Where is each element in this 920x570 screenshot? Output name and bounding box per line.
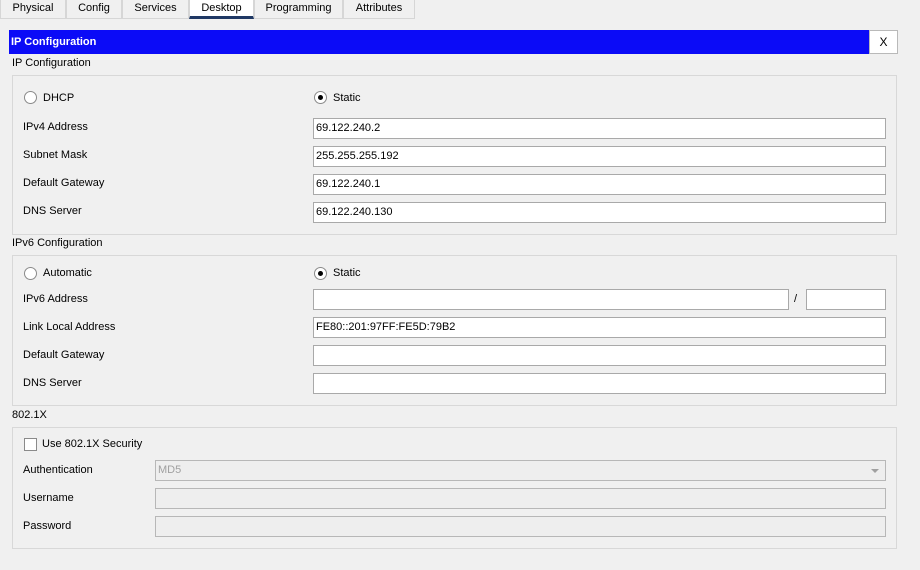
ipv6-gateway-label: Default Gateway — [23, 349, 105, 361]
use-8021x-label: Use 802.1X Security — [42, 438, 143, 450]
ipv4-static-radio[interactable] — [314, 91, 327, 104]
subnet-mask-field[interactable]: 255.255.255.192 — [313, 146, 886, 167]
ipv6-static-label: Static — [333, 267, 361, 279]
ipv6-static-radio[interactable] — [314, 267, 327, 280]
ipv4-panel: DHCP Static IPv4 Address 69.122.240.2 Su… — [12, 75, 897, 235]
tab-physical[interactable]: Physical — [0, 0, 66, 19]
ipv6-gateway-field[interactable] — [313, 345, 886, 366]
ipv4-dns-label: DNS Server — [23, 205, 82, 217]
ipv6-panel: Automatic Static IPv6 Address / Link Loc… — [12, 255, 897, 406]
ipv4-static-label: Static — [333, 92, 361, 104]
subnet-mask-label: Subnet Mask — [23, 149, 88, 161]
password-field[interactable] — [155, 516, 886, 537]
tab-config[interactable]: Config — [66, 0, 122, 19]
ipv4-gateway-field[interactable]: 69.122.240.1 — [313, 174, 886, 195]
link-local-field[interactable]: FE80::201:97FF:FE5D:79B2 — [313, 317, 886, 338]
tab-bar: Physical Config Services Desktop Program… — [0, 0, 920, 20]
ipv4-address-label: IPv4 Address — [23, 121, 88, 133]
tab-attributes[interactable]: Attributes — [343, 0, 415, 19]
ipv6-section-title: IPv6 Configuration — [12, 237, 103, 249]
ipv4-gateway-label: Default Gateway — [23, 177, 105, 189]
password-label: Password — [23, 520, 72, 532]
dot1x-section-title: 802.1X — [12, 409, 47, 421]
use-8021x-checkbox[interactable] — [24, 438, 37, 451]
authentication-label: Authentication — [23, 464, 93, 476]
close-button[interactable]: X — [869, 30, 898, 54]
ipv6-prefix-field[interactable] — [806, 289, 886, 310]
dot1x-panel: Use 802.1X Security Authentication MD5 U… — [12, 427, 897, 549]
ipv4-section-title: IP Configuration — [12, 57, 91, 69]
ipv6-address-label: IPv6 Address — [23, 293, 88, 305]
tab-desktop[interactable]: Desktop — [189, 0, 254, 19]
link-local-label: Link Local Address — [23, 321, 116, 333]
ipv4-address-field[interactable]: 69.122.240.2 — [313, 118, 886, 139]
window-title: IP Configuration — [9, 30, 869, 54]
ipv6-automatic-label: Automatic — [43, 267, 92, 279]
ipv6-dns-label: DNS Server — [23, 377, 82, 389]
tab-services[interactable]: Services — [122, 0, 189, 19]
ipv4-dns-field[interactable]: 69.122.240.130 — [313, 202, 886, 223]
chevron-down-icon — [871, 469, 879, 473]
username-field[interactable] — [155, 488, 886, 509]
ipv6-automatic-radio[interactable] — [24, 267, 37, 280]
tab-programming[interactable]: Programming — [254, 0, 343, 19]
authentication-value: MD5 — [158, 464, 182, 476]
username-label: Username — [23, 492, 74, 504]
dhcp-radio[interactable] — [24, 91, 37, 104]
authentication-select[interactable]: MD5 — [155, 460, 886, 481]
prefix-separator: / — [794, 293, 798, 305]
ipv6-address-field[interactable] — [313, 289, 789, 310]
dhcp-label: DHCP — [43, 92, 75, 104]
ipv6-dns-field[interactable] — [313, 373, 886, 394]
